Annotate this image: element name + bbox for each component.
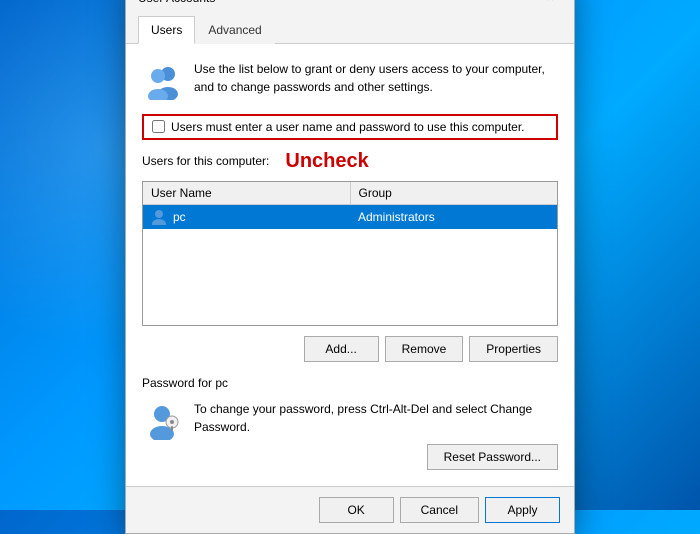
properties-button[interactable]: Properties <box>469 336 558 362</box>
users-section-header: Users for this computer: Uncheck <box>142 150 558 173</box>
list-buttons-row: Add... Remove Properties <box>142 336 558 362</box>
table-row[interactable]: pc Administrators <box>143 205 557 229</box>
must-enter-password-checkbox[interactable] <box>152 120 165 133</box>
list-header: User Name Group <box>143 182 557 205</box>
dialog-footer: OK Cancel Apply <box>126 486 574 533</box>
user-list: User Name Group pc Administrators <box>142 181 558 326</box>
password-description: To change your password, press Ctrl-Alt-… <box>194 402 532 434</box>
password-section: Password for pc To change your password,… <box>142 376 558 470</box>
user-row-icon <box>151 209 167 225</box>
reset-password-button[interactable]: Reset Password... <box>427 444 558 470</box>
tabs-bar: Users Advanced <box>126 16 574 44</box>
info-row: Use the list below to grant or deny user… <box>142 60 558 100</box>
col-header-group: Group <box>351 182 558 204</box>
users-icon <box>142 60 182 100</box>
remove-button[interactable]: Remove <box>385 336 464 362</box>
close-button[interactable]: ✕ <box>538 0 562 10</box>
password-section-title: Password for pc <box>142 376 558 390</box>
checkbox-label: Users must enter a user name and passwor… <box>171 120 525 134</box>
title-controls: ✕ <box>538 0 562 10</box>
cell-username: pc <box>143 205 350 229</box>
user-accounts-dialog: User Accounts ✕ Users Advanced Use the l… <box>125 0 575 534</box>
info-description: Use the list below to grant or deny user… <box>194 60 558 96</box>
reset-btn-row: Reset Password... <box>194 444 558 470</box>
add-button[interactable]: Add... <box>304 336 379 362</box>
content-area: Use the list below to grant or deny user… <box>126 44 574 486</box>
tab-users[interactable]: Users <box>138 16 195 44</box>
dialog-title: User Accounts <box>138 0 215 5</box>
list-body: pc Administrators <box>143 205 557 325</box>
password-info-row: To change your password, press Ctrl-Alt-… <box>142 400 558 470</box>
tab-advanced[interactable]: Advanced <box>195 16 274 44</box>
password-user-icon <box>142 400 182 440</box>
col-header-username: User Name <box>143 182 351 204</box>
cell-group: Administrators <box>350 206 557 228</box>
must-enter-password-row: Users must enter a user name and passwor… <box>142 114 558 140</box>
users-list-title: Users for this computer: <box>142 154 269 168</box>
uncheck-annotation: Uncheck <box>285 150 368 173</box>
title-bar: User Accounts ✕ <box>126 0 574 16</box>
